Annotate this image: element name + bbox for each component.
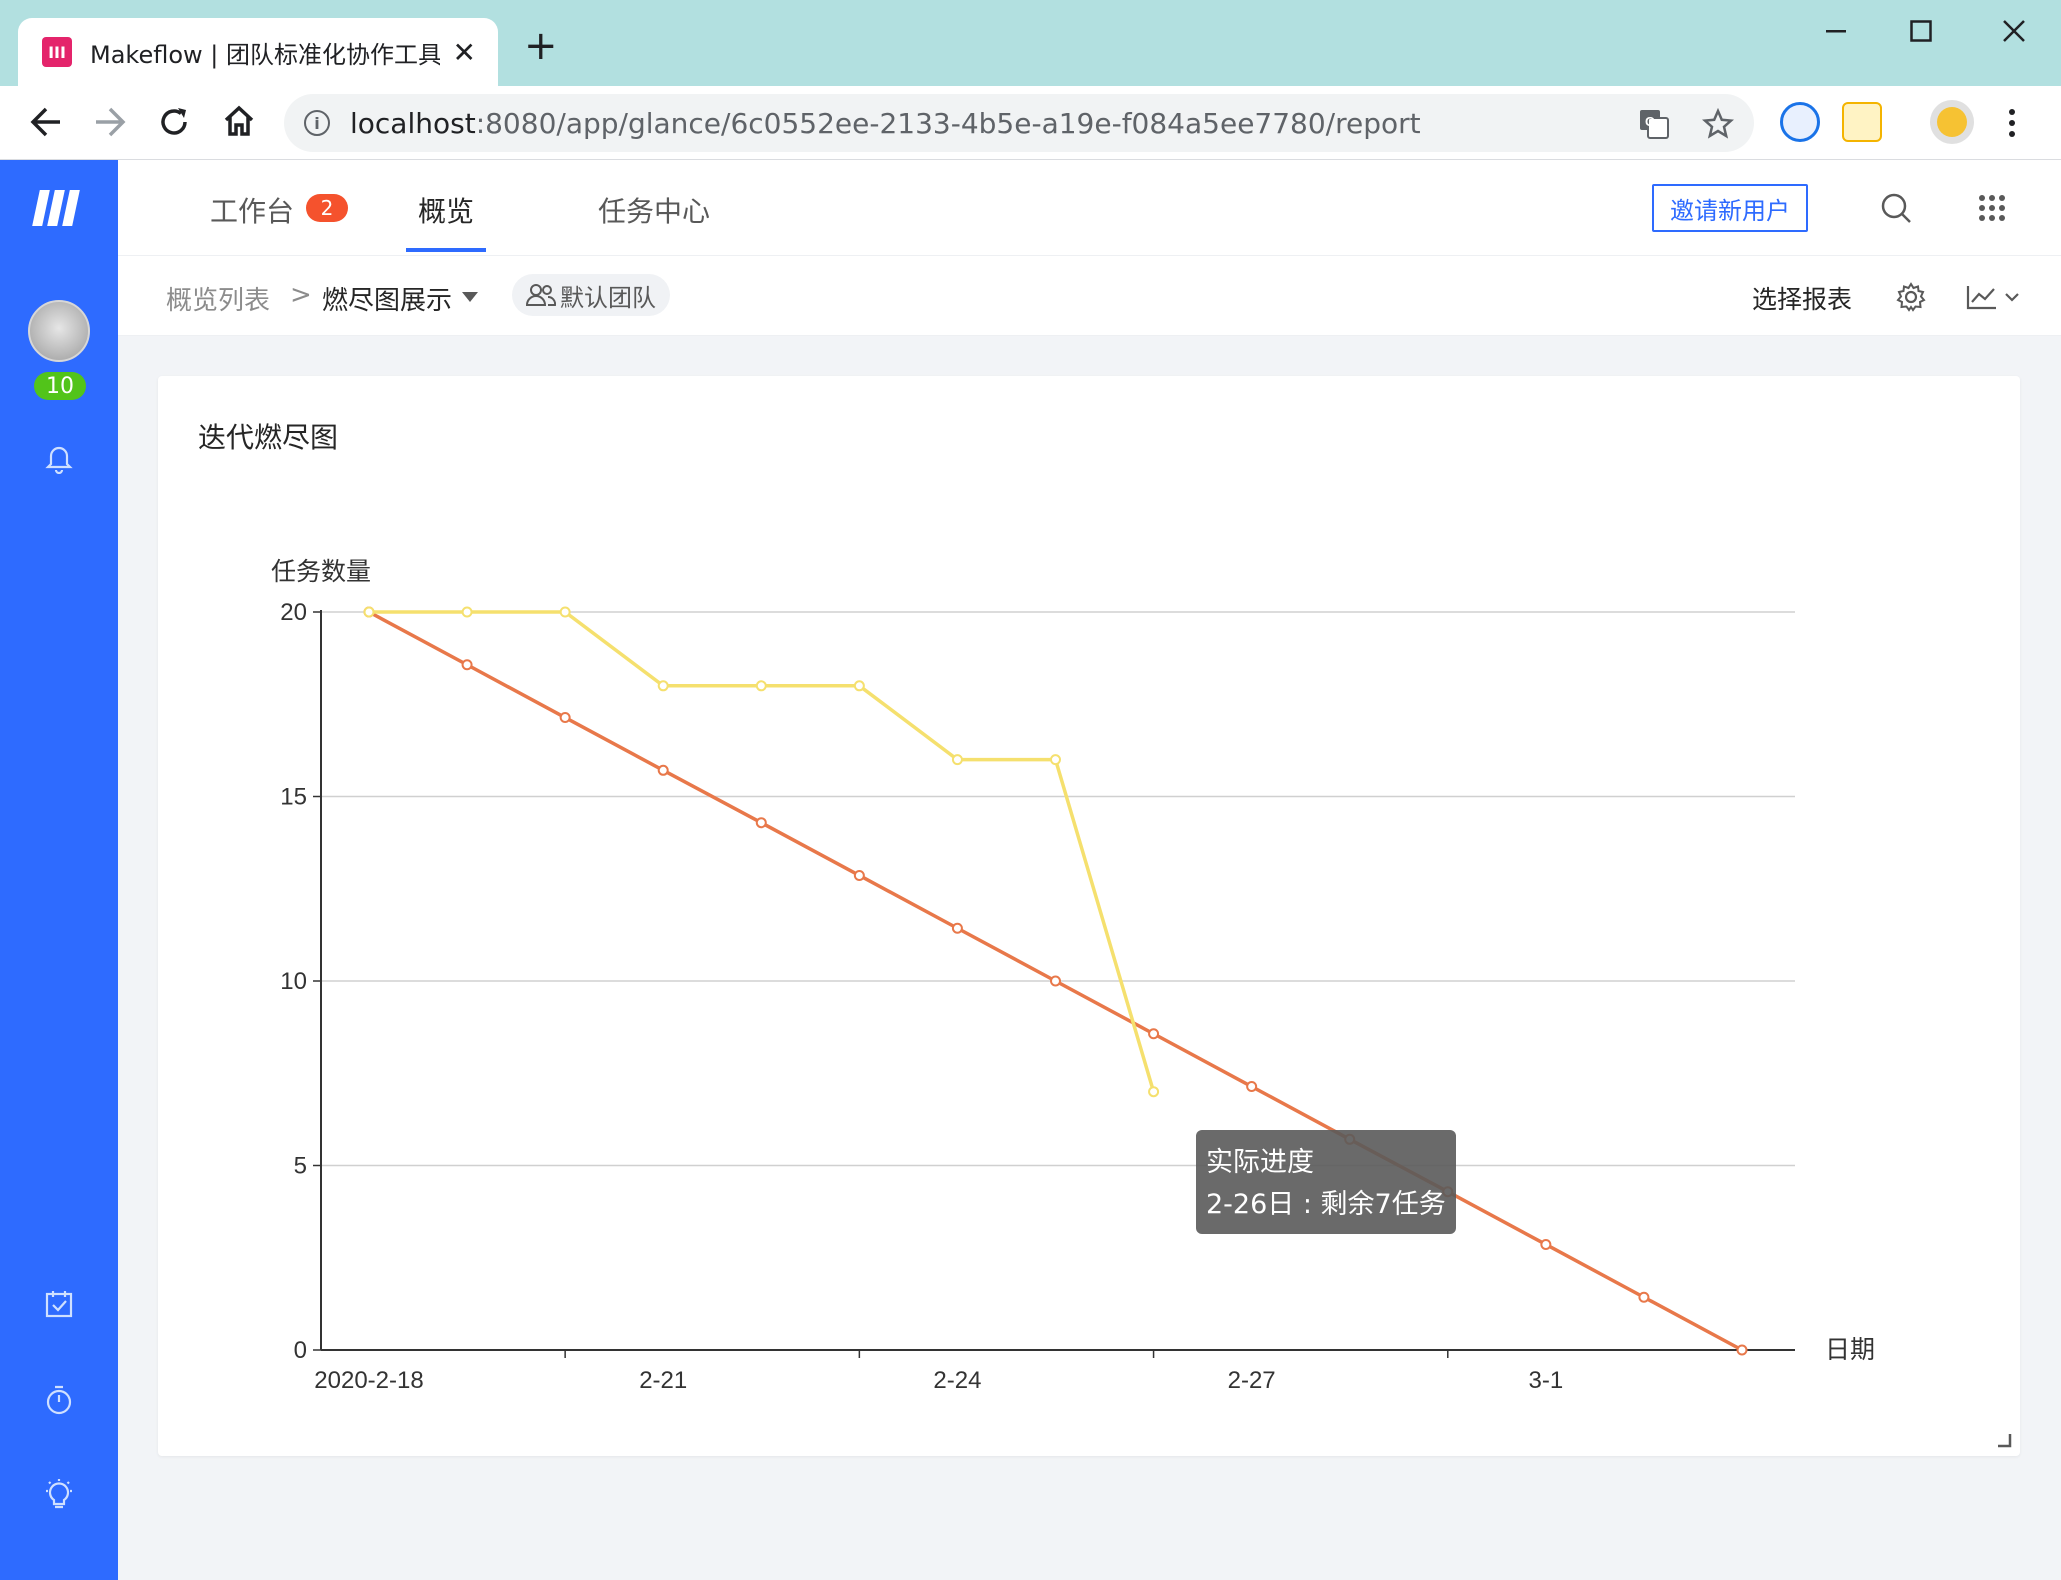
- tab-workbench[interactable]: 工作台: [210, 190, 294, 230]
- breadcrumb-root[interactable]: 概览列表: [166, 280, 270, 317]
- home-icon[interactable]: [222, 104, 256, 138]
- breadcrumb-separator: >: [290, 280, 312, 310]
- series-point-0: [657, 764, 669, 776]
- maximize-icon[interactable]: [1910, 20, 1932, 42]
- x-tick-label: 2-21: [639, 1367, 687, 1394]
- y-axis-label: 任务数量: [271, 558, 371, 586]
- lightbulb-icon[interactable]: [43, 1478, 75, 1510]
- search-icon[interactable]: [1880, 192, 1912, 224]
- window-close-icon[interactable]: [2003, 20, 2025, 42]
- caret-down-icon[interactable]: [462, 292, 478, 302]
- series-point-0: [1638, 1291, 1650, 1303]
- team-name: 默认团队: [560, 283, 656, 312]
- back-icon[interactable]: [30, 106, 62, 138]
- series-point-1: [559, 606, 571, 618]
- browser-tabstrip: III Makeflow | 团队标准化协作工具箱 ✕ +: [0, 0, 2061, 86]
- gear-icon[interactable]: [1896, 282, 1926, 312]
- series-point-0: [1246, 1081, 1258, 1093]
- series-point-1: [1148, 1086, 1160, 1098]
- new-tab-button[interactable]: +: [524, 26, 558, 66]
- makeflow-logo-icon[interactable]: [32, 190, 86, 226]
- address-url[interactable]: localhost:8080/app/glance/6c0552ee-2133-…: [350, 107, 1421, 140]
- series-point-0: [1050, 975, 1061, 987]
- team-icon: [526, 284, 556, 306]
- y-tick-label: 20: [280, 599, 307, 626]
- minimize-icon[interactable]: [1826, 30, 1846, 34]
- browser-toolbar: i localhost:8080/app/glance/6c0552ee-213…: [0, 86, 2061, 160]
- y-tick-label: 0: [294, 1337, 307, 1364]
- makeflow-favicon-icon: III: [42, 37, 72, 67]
- breadcrumb-current[interactable]: 燃尽图展示: [322, 280, 452, 317]
- calendar-check-icon[interactable]: [43, 1288, 75, 1320]
- breadcrumb-bar: 概览列表 > 燃尽图展示 默认团队 选择报表: [118, 256, 2061, 336]
- series-point-0: [755, 817, 767, 829]
- tab-task-center[interactable]: 任务中心: [598, 190, 710, 230]
- series-point-0: [1736, 1344, 1748, 1356]
- bell-icon[interactable]: [43, 442, 75, 474]
- chart-type-dropdown-icon[interactable]: [1966, 284, 2022, 310]
- site-info-icon[interactable]: i: [304, 110, 330, 136]
- series-point-0: [1540, 1238, 1552, 1250]
- translate-icon[interactable]: G: [1638, 108, 1670, 140]
- extension-icon[interactable]: [1780, 102, 1820, 142]
- y-tick-label: 5: [294, 1153, 307, 1180]
- app-sidebar: 10: [0, 160, 118, 1580]
- series-point-1: [755, 680, 767, 692]
- extension-note-icon[interactable]: [1842, 102, 1882, 142]
- series-point-1: [657, 680, 669, 692]
- timer-icon[interactable]: [43, 1384, 75, 1416]
- tooltip-text: 2-26日 : 剩余7任务: [1206, 1189, 1446, 1220]
- series-point-1: [853, 680, 865, 692]
- invite-user-button[interactable]: 邀请新用户: [1652, 184, 1808, 232]
- reload-icon[interactable]: [158, 106, 190, 138]
- tab-title: Makeflow | 团队标准化协作工具箱: [90, 40, 440, 69]
- workbench-badge: 2: [306, 194, 348, 222]
- apps-grid-icon[interactable]: [1978, 194, 2006, 222]
- bookmark-star-icon[interactable]: [1702, 108, 1734, 140]
- top-navigation: 工作台 2 概览 任务中心 邀请新用户: [118, 160, 2061, 256]
- tooltip-title: 实际进度: [1206, 1147, 1314, 1178]
- address-bar[interactable]: i localhost:8080/app/glance/6c0552ee-213…: [284, 94, 1754, 152]
- x-tick-label: 3-1: [1529, 1367, 1564, 1394]
- burndown-card: 迭代燃尽图 0 5 10 15 20 任务数量 日期 2020-2-18 2-21 2-24 2-2…: [158, 376, 2020, 1456]
- profile-avatar-icon[interactable]: [1930, 100, 1974, 144]
- series-point-0: [461, 659, 473, 671]
- series-point-0: [951, 922, 963, 934]
- svg-text:G: G: [1645, 114, 1655, 129]
- forward-icon[interactable]: [94, 106, 126, 138]
- series-point-1: [461, 606, 473, 618]
- series-point-0: [1148, 1028, 1160, 1040]
- y-tick-label: 10: [280, 968, 307, 995]
- x-tick-label: 2-27: [1228, 1367, 1276, 1394]
- series-point-0: [559, 712, 571, 724]
- select-report-button[interactable]: 选择报表: [1752, 280, 1852, 316]
- burndown-chart: 0 5 10 15 20 任务数量日期 2020-2-18 2-21 2-24 2-27 3-1: [271, 558, 1875, 1394]
- tab-overview[interactable]: 概览: [418, 190, 474, 230]
- avatar-count-badge: 10: [34, 372, 86, 400]
- resize-handle-icon[interactable]: [1998, 1434, 2012, 1448]
- tab-close-icon[interactable]: ✕: [453, 36, 476, 69]
- x-tick-label: 2020-2-18: [314, 1367, 423, 1394]
- series-point-1: [951, 754, 963, 766]
- y-tick-label: 15: [280, 784, 307, 811]
- series-point-1: [1050, 754, 1061, 766]
- x-tick-label: 2-24: [933, 1367, 981, 1394]
- avatar[interactable]: [28, 300, 90, 362]
- x-axis-label: 日期: [1825, 1336, 1875, 1364]
- team-chip[interactable]: 默认团队: [512, 274, 670, 316]
- series-point-0: [853, 869, 865, 881]
- active-tab-indicator: [406, 248, 486, 252]
- browser-menu-icon[interactable]: [2008, 108, 2016, 138]
- browser-tab[interactable]: III Makeflow | 团队标准化协作工具箱 ✕: [18, 18, 498, 86]
- series-point-1: [363, 606, 375, 618]
- chart-tooltip: 实际进度 2-26日 : 剩余7任务: [1196, 1130, 1456, 1234]
